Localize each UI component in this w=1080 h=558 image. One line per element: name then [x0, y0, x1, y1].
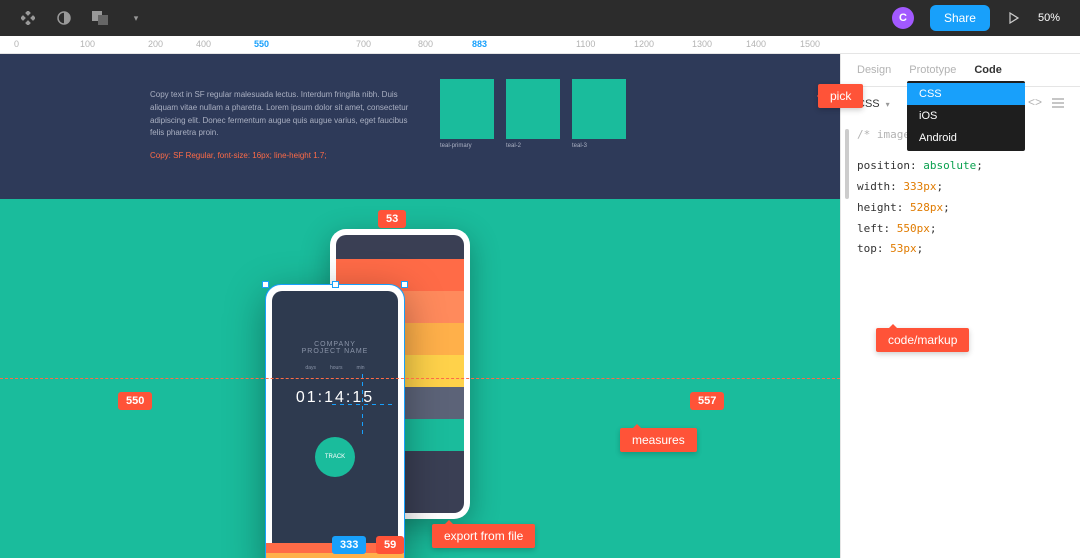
ruler-tick: 200 — [148, 39, 163, 49]
code-language-row: CSS ▾ CSS iOS Android <> — [841, 87, 1080, 121]
tab-design[interactable]: Design — [857, 64, 891, 76]
play-icon[interactable] — [1006, 10, 1022, 26]
typography-section: Copy text in SF regular malesuada lectus… — [0, 54, 840, 199]
ruler-tick: 100 — [80, 39, 95, 49]
user-avatar[interactable]: C — [892, 7, 914, 29]
boolean-icon[interactable] — [92, 10, 108, 26]
ruler-tick: 1400 — [746, 39, 766, 49]
mask-icon[interactable] — [56, 10, 72, 26]
selection-handle[interactable] — [401, 281, 408, 288]
measure-right: 557 — [690, 392, 724, 410]
code-line: position: absolute; — [857, 156, 1064, 177]
share-button[interactable]: Share — [930, 5, 990, 31]
inspector-panel: Design Prototype Code CSS ▾ CSS iOS Andr… — [840, 54, 1080, 558]
guide-line — [0, 378, 840, 379]
swatch[interactable] — [506, 79, 560, 139]
annotation-export: export from file — [432, 524, 535, 548]
measure-width: 333 — [332, 536, 366, 554]
ruler-tick: 550 — [254, 39, 269, 49]
chevron-down-icon[interactable]: ▾ — [128, 10, 144, 26]
dropdown-item-css[interactable]: CSS — [907, 83, 1025, 105]
scrollbar[interactable] — [845, 129, 849, 199]
language-dropdown: CSS iOS Android — [907, 81, 1025, 151]
top-toolbar: ▾ C Share 50% — [0, 0, 1080, 36]
ruler-tick: 400 — [196, 39, 211, 49]
components-icon[interactable] — [20, 10, 36, 26]
code-line: left: 550px; — [857, 219, 1064, 240]
list-icon[interactable] — [1052, 95, 1064, 113]
ruler-tick: 1300 — [692, 39, 712, 49]
ruler-tick: 0 — [14, 39, 19, 49]
code-line: top: 53px; — [857, 239, 1064, 260]
zoom-level[interactable]: 50% — [1038, 12, 1060, 24]
ruler-tick: 800 — [418, 39, 433, 49]
project-label: PROJECT NAME — [302, 348, 369, 355]
ruler-tick: 700 — [356, 39, 371, 49]
copy-sample-text: Copy text in SF regular malesuada lectus… — [150, 89, 420, 163]
timer-display: 01:14:15 — [296, 389, 374, 407]
dropdown-item-android[interactable]: Android — [907, 127, 1025, 149]
measure-height: 59 — [376, 536, 404, 554]
ruler-tick: 1100 — [576, 39, 595, 49]
company-label: COMPANY — [314, 341, 356, 348]
ruler-tick: 883 — [472, 39, 487, 49]
code-line: width: 333px; — [857, 177, 1064, 198]
selection-handle[interactable] — [262, 281, 269, 288]
swatch[interactable] — [440, 79, 494, 139]
iphone-mockup-front[interactable]: COMPANY PROJECT NAME dayshoursmin 01:14:… — [265, 284, 405, 558]
measure-top: 53 — [378, 210, 406, 228]
code-line: height: 528px; — [857, 198, 1064, 219]
horizontal-ruler[interactable]: 0 100 200 400 550 700 800 883 1100 1200 1300 1400 15… — [0, 36, 1080, 54]
ruler-tick: 1200 — [634, 39, 654, 49]
annotation-measures: measures — [620, 428, 697, 452]
color-swatches: teal-primary teal-2 teal-3 — [440, 79, 626, 149]
copy-spec-label: Copy: SF Regular, font-size: 16px; line-… — [150, 150, 420, 163]
measure-left: 550 — [118, 392, 152, 410]
design-canvas[interactable]: Copy text in SF regular malesuada lectus… — [0, 54, 840, 558]
annotation-code: code/markup — [876, 328, 969, 352]
track-button[interactable]: TRACK — [315, 437, 355, 477]
tab-code[interactable]: Code — [974, 64, 1002, 76]
chevron-down-icon: ▾ — [886, 100, 890, 109]
selection-handle[interactable] — [332, 281, 339, 288]
annotation-pick: pick — [818, 84, 863, 108]
swatch[interactable] — [572, 79, 626, 139]
tab-prototype[interactable]: Prototype — [909, 64, 956, 76]
code-icon[interactable]: <> — [1028, 95, 1042, 113]
dropdown-item-ios[interactable]: iOS — [907, 105, 1025, 127]
ruler-tick: 1500 — [800, 39, 820, 49]
